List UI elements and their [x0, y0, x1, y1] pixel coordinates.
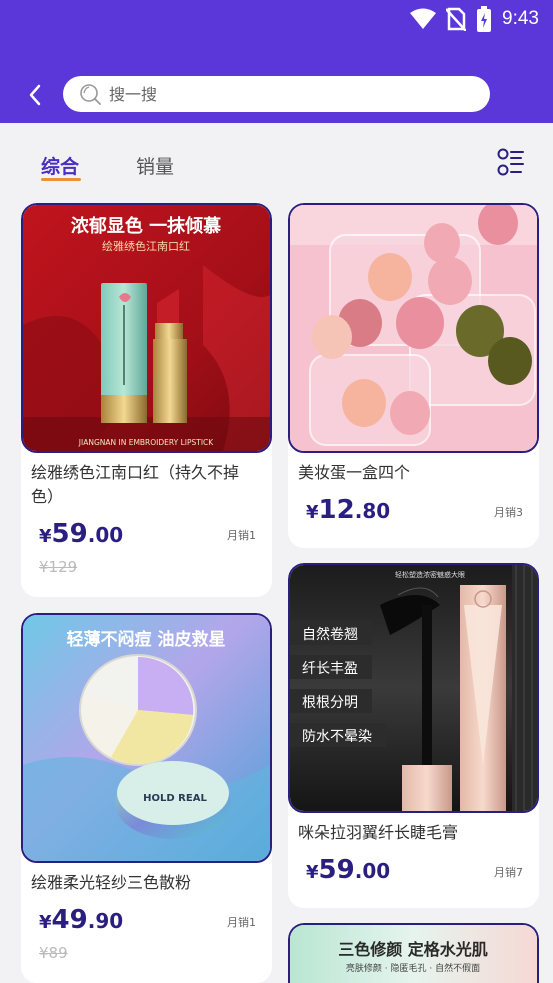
original-price: ¥89	[39, 944, 68, 962]
product-card-lipstick[interactable]: 浓郁显色 一抹倾慕 绘雅绣色江南口红 JIANGNAN IN EMBROIDER…	[21, 203, 272, 597]
foundation-banner-title: 三色修颜 定格水光肌	[338, 940, 488, 959]
product-card-powder[interactable]: HOLD REAL 轻薄不闷痘 油皮救星 绘雅柔光轻纱三色散粉 ¥49.90 月…	[21, 613, 272, 983]
app-header: 9:43	[0, 0, 553, 123]
sort-tabs: 综合 销量	[0, 148, 553, 188]
product-image-sponge	[288, 203, 539, 453]
monthly-sales: 月销1	[227, 529, 256, 542]
search-bar[interactable]	[63, 76, 490, 112]
search-input[interactable]	[109, 84, 409, 104]
product-image-powder: HOLD REAL 轻薄不闷痘 油皮救星	[21, 613, 272, 863]
product-price: ¥49.90	[39, 905, 124, 935]
product-price: ¥59.00	[306, 855, 391, 885]
powder-banner-brand: HOLD REAL	[143, 793, 207, 804]
mascara-banner-top: 轻松塑造浓密魅惑大眼	[395, 570, 465, 579]
tab-active-indicator	[41, 178, 81, 181]
product-image-mascara: 轻松塑造浓密魅惑大眼 自然卷翘 纤长丰盈 根根分明 防水不晕染	[288, 563, 539, 813]
mascara-tag: 根根分明	[302, 695, 358, 711]
monthly-sales: 月销1	[227, 916, 256, 929]
mascara-tag: 防水不晕染	[302, 729, 372, 745]
product-price: ¥59.00	[39, 519, 124, 549]
powder-banner-title: 轻薄不闷痘 油皮救星	[67, 629, 226, 650]
product-card-sponge[interactable]: 美妆蛋一盒四个 ¥12.80 月销3	[288, 203, 539, 548]
battery-charging-icon	[477, 6, 492, 32]
status-bar: 9:43	[410, 6, 539, 32]
foundation-banner-subtitle: 亮肤修颜 · 隐匿毛孔 · 自然不假面	[346, 962, 480, 974]
product-price: ¥12.80	[306, 495, 391, 525]
list-view-toggle-icon[interactable]	[497, 148, 525, 178]
product-title: 绘雅柔光轻纱三色散粉	[31, 873, 192, 892]
product-image-foundation: 三色修颜 定格水光肌 亮肤修颜 · 隐匿毛孔 · 自然不假面	[288, 923, 539, 983]
lipstick-banner-subtitle: 绘雅绣色江南口红	[102, 239, 190, 253]
wifi-icon	[410, 8, 437, 29]
original-price: ¥129	[39, 558, 78, 576]
status-time: 9:43	[502, 8, 539, 29]
no-sim-icon	[446, 7, 467, 31]
search-icon	[80, 84, 101, 105]
product-title: 美妆蛋一盒四个	[298, 463, 411, 482]
product-title: 绘雅绣色江南口红（持久不掉色）	[31, 463, 240, 506]
product-image-lipstick: 浓郁显色 一抹倾慕 绘雅绣色江南口红 JIANGNAN IN EMBROIDER…	[21, 203, 272, 453]
mascara-tag: 自然卷翘	[302, 626, 358, 643]
chevron-left-icon	[29, 84, 41, 106]
back-button[interactable]	[20, 80, 50, 110]
lipstick-banner-caption: JIANGNAN IN EMBROIDERY LIPSTICK	[78, 438, 215, 447]
tab-comprehensive[interactable]: 综合	[41, 152, 79, 179]
monthly-sales: 月销7	[494, 866, 523, 879]
monthly-sales: 月销3	[494, 506, 523, 519]
mascara-tag: 纤长丰盈	[302, 661, 358, 677]
product-card-foundation[interactable]: 三色修颜 定格水光肌 亮肤修颜 · 隐匿毛孔 · 自然不假面	[288, 923, 539, 983]
product-title: 咪朵拉羽翼纤长睫毛膏	[298, 823, 459, 842]
product-card-mascara[interactable]: 轻松塑造浓密魅惑大眼 自然卷翘 纤长丰盈 根根分明 防水不晕染 咪朵拉羽翼纤长睫…	[288, 563, 539, 908]
tab-sales[interactable]: 销量	[136, 152, 174, 179]
lipstick-banner-title: 浓郁显色 一抹倾慕	[71, 215, 221, 237]
